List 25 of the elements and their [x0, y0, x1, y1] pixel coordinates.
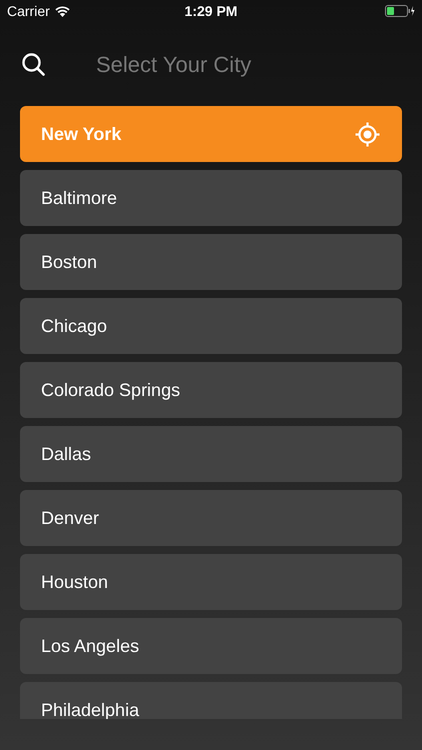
- city-name: Houston: [41, 570, 108, 594]
- carrier-label: Carrier: [7, 2, 50, 20]
- city-item[interactable]: Los Angeles: [20, 618, 402, 674]
- city-name: Denver: [41, 506, 100, 530]
- city-name: Boston: [41, 250, 98, 274]
- wifi-icon: [54, 6, 70, 16]
- search-icon[interactable]: [22, 52, 45, 76]
- city-item[interactable]: Dallas: [20, 426, 402, 482]
- city-item[interactable]: Colorado Springs: [20, 362, 402, 418]
- city-name: Philadelphia: [41, 698, 140, 719]
- city-item[interactable]: Chicago: [20, 298, 402, 354]
- city-name: Chicago: [41, 314, 108, 338]
- search-field[interactable]: Select Your City: [96, 48, 376, 80]
- city-name: Colorado Springs: [41, 378, 180, 402]
- city-item[interactable]: Baltimore: [20, 170, 402, 226]
- city-name: Baltimore: [41, 186, 118, 210]
- city-name: New York: [41, 122, 122, 146]
- city-item[interactable]: Philadelphia: [20, 682, 402, 719]
- city-item[interactable]: Denver: [20, 490, 402, 546]
- status-time: 1:29 PM: [184, 2, 238, 20]
- battery-icon: [384, 5, 415, 17]
- city-item[interactable]: Boston: [20, 234, 402, 290]
- city-name: Los Angeles: [41, 634, 140, 658]
- city-item[interactable]: Houston: [20, 554, 402, 610]
- city-name: Dallas: [41, 442, 92, 466]
